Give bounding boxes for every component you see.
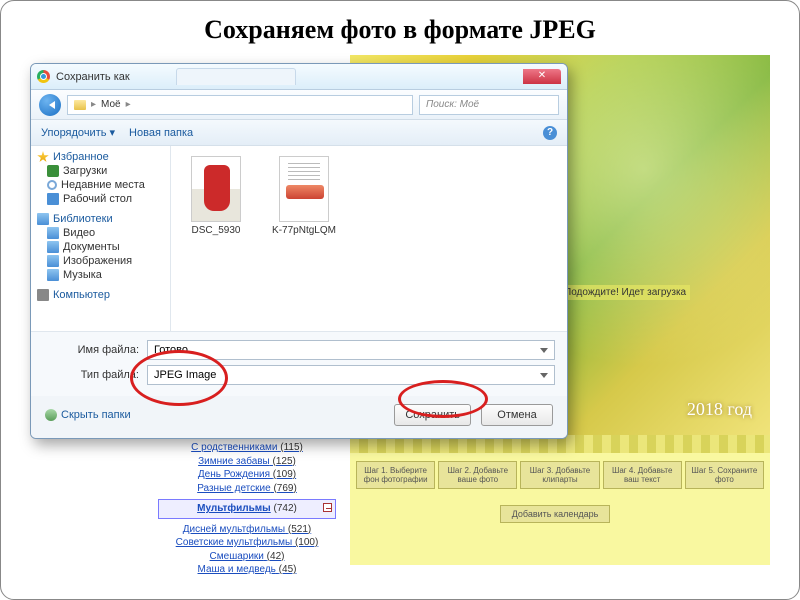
sidebar-libraries[interactable]: Библиотеки [37, 212, 164, 226]
add-calendar-button[interactable]: Добавить календарь [500, 505, 610, 523]
back-button[interactable] [39, 94, 61, 116]
dialog-title: Сохранить как [56, 71, 130, 83]
slide-frame: Сохраняем фото в формате JPEG Подождите!… [0, 0, 800, 600]
file-item[interactable]: DSC_5930 [181, 156, 251, 236]
sidebar-computer[interactable]: Компьютер [37, 288, 164, 302]
search-input[interactable]: Поиск: Моё [419, 95, 559, 115]
sidebar-desktop[interactable]: Рабочий стол [37, 192, 164, 206]
year-caption: 2018 год [687, 399, 752, 420]
link-disney[interactable]: Дисней мультфильмы (521) [158, 523, 336, 537]
sidebar-downloads[interactable]: Загрузки [37, 164, 164, 178]
chrome-icon [37, 70, 50, 83]
dialog-footer: Скрыть папки Сохранить Отмена [31, 396, 567, 438]
close-icon[interactable]: ✕ [523, 69, 561, 84]
breadcrumb[interactable]: ▸ Моё ▸ [67, 95, 413, 115]
search-placeholder: Поиск: Моё [426, 99, 479, 110]
music-icon [47, 269, 59, 281]
sidebar-video[interactable]: Видео [37, 226, 164, 240]
step-1[interactable]: Шаг 1. Выберите фон фотографии [356, 461, 435, 489]
dialog-body: Избранное Загрузки Недавние места Рабочи… [31, 146, 567, 331]
step-4[interactable]: Шаг 4. Добавьте ваш текст [603, 461, 682, 489]
dialog-titlebar[interactable]: Сохранить как ✕ [31, 64, 567, 90]
sidebar-recent[interactable]: Недавние места [37, 178, 164, 192]
hide-folders-link[interactable]: Скрыть папки [45, 409, 131, 421]
link-winter[interactable]: Зимние забавы (125) [158, 455, 336, 469]
documents-icon [47, 241, 59, 253]
file-name: K-77pNtgLQM [269, 225, 339, 236]
link-relatives[interactable]: С родственниками (115) [158, 441, 336, 455]
website-footer-panel: Шаг 1. Выберите фон фотографии Шаг 2. До… [350, 435, 770, 565]
file-name: DSC_5930 [181, 225, 251, 236]
chevron-right-icon: ▸ [91, 99, 96, 110]
collapse-icon[interactable] [323, 503, 332, 512]
steps-row: Шаг 1. Выберите фон фотографии Шаг 2. До… [356, 461, 764, 489]
sidebar-images[interactable]: Изображения [37, 254, 164, 268]
clock-icon [47, 180, 57, 190]
category-cartoons[interactable]: Мультфильмы (742) [158, 499, 336, 519]
images-icon [47, 255, 59, 267]
organize-menu[interactable]: Упорядочить ▾ [41, 126, 115, 139]
downloads-icon [47, 165, 59, 177]
breadcrumb-path: Моё [101, 99, 121, 110]
link-misc-kids[interactable]: Разные детские (769) [158, 482, 336, 496]
save-button[interactable]: Сохранить [394, 404, 471, 426]
sidebar-documents[interactable]: Документы [37, 240, 164, 254]
file-thumbnail [191, 156, 241, 222]
slide-title: Сохраняем фото в формате JPEG [1, 1, 799, 55]
dialog-toolbar: Упорядочить ▾ Новая папка ? [31, 120, 567, 146]
filename-label: Имя файла: [71, 344, 139, 356]
cancel-button[interactable]: Отмена [481, 404, 553, 426]
sidebar-favorites[interactable]: Избранное [37, 150, 164, 164]
desktop-icon [47, 193, 59, 205]
content-area: Подождите! Идет загрузка 2018 год Шаг 1.… [30, 55, 770, 565]
file-item[interactable]: K-77pNtgLQM [269, 156, 339, 236]
dialog-navbar: ▸ Моё ▸ Поиск: Моё [31, 90, 567, 120]
sidebar-music[interactable]: Музыка [37, 268, 164, 282]
video-icon [47, 227, 59, 239]
category-links: С родственниками (115) Зимние забавы (12… [158, 441, 336, 577]
link-birthday[interactable]: День Рождения (109) [158, 468, 336, 482]
step-5[interactable]: Шаг 5. Сохраните фото [685, 461, 764, 489]
filetype-label: Тип файла: [71, 369, 139, 381]
library-icon [37, 213, 49, 225]
link-masha[interactable]: Маша и медведь (45) [158, 563, 336, 577]
chevron-right-icon: ▸ [126, 99, 131, 110]
loading-text: Подождите! Идет загрузка [560, 285, 690, 300]
step-2[interactable]: Шаг 2. Добавьте ваше фото [438, 461, 517, 489]
new-folder-button[interactable]: Новая папка [129, 127, 193, 139]
star-icon [37, 151, 49, 163]
step-3[interactable]: Шаг 3. Добавьте клипарты [520, 461, 599, 489]
file-list[interactable]: DSC_5930 K-77pNtgLQM [171, 146, 567, 331]
dialog-fields: Имя файла: Готово Тип файла: JPEG Image [31, 331, 567, 396]
filename-input[interactable]: Готово [147, 340, 555, 360]
folder-icon [74, 100, 86, 110]
dialog-sidebar: Избранное Загрузки Недавние места Рабочи… [31, 146, 171, 331]
filetype-select[interactable]: JPEG Image [147, 365, 555, 385]
link-smeshariki[interactable]: Смешарики (42) [158, 550, 336, 564]
file-thumbnail [279, 156, 329, 222]
link-soviet[interactable]: Советские мультфильмы (100) [158, 536, 336, 550]
browser-tab-ghost [176, 68, 296, 85]
save-as-dialog: Сохранить как ✕ ▸ Моё ▸ Поиск: Моё Упоря… [30, 63, 568, 439]
help-icon[interactable]: ? [543, 126, 557, 140]
computer-icon [37, 289, 49, 301]
